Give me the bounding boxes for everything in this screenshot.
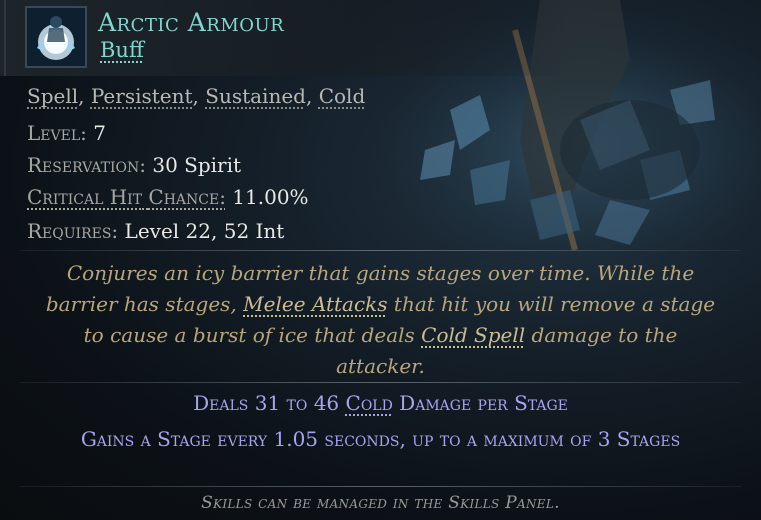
tag-cold[interactable]: Cold bbox=[319, 84, 366, 108]
stat-level-value: 7 bbox=[93, 121, 106, 145]
stat-level-label: Level: bbox=[27, 121, 87, 145]
mod1-part-b: Damage per Stage bbox=[392, 391, 568, 415]
skill-type[interactable]: Buff bbox=[100, 38, 144, 62]
stat-reservation-value: 30 Spirit bbox=[152, 153, 242, 177]
arctic-armour-icon bbox=[25, 6, 87, 68]
tag-spell[interactable]: Spell bbox=[27, 84, 78, 108]
skill-name: Arctic Armour bbox=[98, 8, 285, 37]
stat-crit-label-1: Critical Hit bbox=[27, 185, 143, 209]
skill-tags: Spell, Persistent, Sustained, Cold bbox=[27, 84, 366, 108]
keyword-cold-spell[interactable]: Cold Spell bbox=[421, 323, 525, 347]
mod1-part-a: Deals 31 to 46 bbox=[193, 391, 346, 415]
modifier-damage: Deals 31 to 46 Cold Damage per Stage bbox=[40, 388, 721, 418]
stat-requires-value: Level 22, 52 Int bbox=[124, 219, 285, 243]
stat-level: Level: 7 bbox=[27, 121, 106, 145]
skill-tooltip: Arctic Armour Buff Spell, Persistent, Su… bbox=[0, 0, 761, 520]
stat-requires: Requires: Level 22, 52 Int bbox=[27, 219, 284, 243]
stat-reservation-label: Reservation: bbox=[27, 153, 146, 177]
header-frame-ornament bbox=[4, 0, 20, 76]
keyword-cold[interactable]: Cold bbox=[346, 391, 393, 415]
tag-persistent[interactable]: Persistent bbox=[91, 84, 193, 108]
separator bbox=[20, 250, 741, 251]
footer-hint: Skills can be managed in the Skills Pane… bbox=[201, 493, 560, 513]
stat-crit-label[interactable]: Critical Hit Chance: bbox=[27, 185, 226, 209]
stat-crit: Critical Hit Chance: 11.00% bbox=[27, 185, 309, 209]
stat-crit-value: 11.00% bbox=[232, 185, 309, 209]
modifier-stages: Gains a Stage every 1.05 seconds, up to … bbox=[80, 427, 681, 451]
separator bbox=[20, 486, 741, 487]
stat-reservation: Reservation: 30 Spirit bbox=[27, 153, 241, 177]
keyword-melee-attacks[interactable]: Melee Attacks bbox=[243, 292, 387, 316]
skill-description: Conjures an icy barrier that gains stage… bbox=[40, 258, 721, 382]
stat-requires-label: Requires: bbox=[27, 219, 119, 243]
separator bbox=[20, 382, 741, 383]
tag-sustained[interactable]: Sustained bbox=[205, 84, 306, 108]
stat-crit-label-2: Chance: bbox=[148, 185, 226, 209]
